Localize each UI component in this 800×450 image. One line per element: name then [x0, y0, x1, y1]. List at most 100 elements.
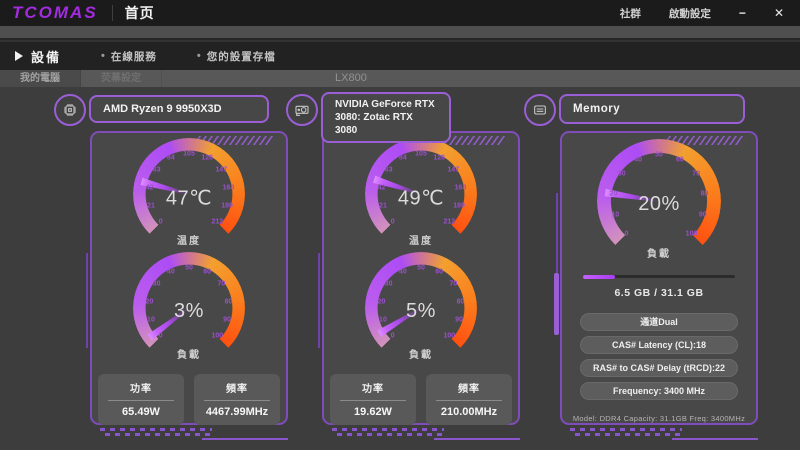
community-button[interactable]: 社群: [620, 6, 641, 21]
gpu-power-label: 功率: [330, 380, 416, 395]
memory-cas-latency-pill: CAS# Latency (CL):18: [580, 336, 738, 354]
step-line-decoration: [202, 438, 288, 440]
gauge-tick-label: 60: [676, 157, 684, 164]
nav-bar: 設備 在線服務 您的設置存檔: [0, 42, 800, 70]
gauge-tick-label: 0: [391, 333, 395, 340]
dash-decoration: [100, 428, 212, 436]
gpu-power-value: 19.62W: [330, 406, 416, 418]
gauge-tick-label: 80: [701, 190, 709, 197]
gpu-frequency-stat: 頻率 210.00MHz: [426, 374, 512, 425]
gauge-tick-label: 60: [203, 269, 211, 276]
tab-bar: 我的電腦 荧幕設定 LX800: [0, 70, 800, 87]
header-strip: [0, 26, 800, 40]
gauge-tick-label: 84: [399, 155, 407, 162]
panel-accent-line: [86, 253, 88, 348]
gauge-tick-label: 30: [385, 281, 393, 288]
gauge-tick-label: 50: [655, 152, 663, 159]
gauge-tick-label: 189: [453, 203, 465, 210]
gauge-tick-label: 50: [417, 265, 425, 272]
launch-settings-button[interactable]: 啟動設定: [669, 6, 711, 21]
gauge-tick-label: 20: [146, 298, 154, 305]
memory-title: Memory: [559, 94, 745, 124]
cpu-title: AMD Ryzen 9 9950X3D: [89, 95, 269, 123]
memory-panel: Memory 20% 負載 0102030405060708090100 6.5…: [524, 92, 756, 126]
gauge-tick-label: 63: [153, 167, 161, 174]
nav-item-online-service[interactable]: 在線服務: [101, 49, 157, 64]
gauge-tick-label: 90: [223, 317, 231, 324]
cpu-load-gauge: 3% 負載 0102030405060708090100: [133, 252, 245, 364]
tab-my-computer[interactable]: 我的電腦: [0, 70, 81, 87]
gauge-tick-label: 0: [159, 219, 163, 226]
minimize-button[interactable]: −: [739, 7, 746, 19]
gauge-tick-label: 126: [201, 155, 213, 162]
gpu-temp-label: 温度: [365, 232, 477, 247]
stat-divider: [340, 400, 406, 401]
gauge-tick-label: 126: [433, 155, 445, 162]
memory-channel-pill: 通道Dual: [580, 313, 738, 331]
gauge-tick-label: 189: [221, 203, 233, 210]
cpu-panel-body: 47℃ 温度 021426384105126147168189212 3% 負載…: [90, 131, 288, 425]
gauge-tick-label: 10: [379, 317, 387, 324]
memory-panel-header: Memory: [524, 92, 756, 126]
page-title: 首页: [125, 3, 155, 23]
gauge-tick-label: 90: [699, 212, 707, 219]
gauge-tick-label: 168: [223, 184, 235, 191]
gauge-tick-label: 10: [147, 317, 155, 324]
panel-accent-line: [318, 253, 320, 348]
gauge-tick-label: 70: [692, 170, 700, 177]
gpu-panel-body: 49℃ 温度 021426384105126147168189212 5% 負載…: [322, 131, 520, 425]
cpu-temp-label: 温度: [133, 232, 245, 247]
cpu-frequency-stat: 頻率 4467.99MHz: [194, 374, 280, 425]
memory-usage-text: 6.5 GB / 31.1 GB: [614, 287, 703, 299]
gauge-tick-label: 42: [146, 184, 154, 191]
gauge-tick-label: 100: [686, 230, 698, 237]
tab-screen-settings[interactable]: 荧幕設定: [81, 70, 162, 87]
dash-decoration: [570, 428, 682, 436]
titlebar: TCOMAS 首页 社群 啟動設定 − ✕: [0, 0, 800, 26]
app-logo: TCOMAS: [12, 3, 98, 23]
gauge-tick-label: 70: [449, 281, 457, 288]
memory-module-icon: [524, 94, 556, 126]
gauge-tick-label: 30: [153, 281, 161, 288]
gauge-tick-label: 90: [455, 317, 463, 324]
cpu-power-value: 65.49W: [98, 406, 184, 418]
stat-divider: [204, 400, 270, 401]
nav-item-settings-archive[interactable]: 您的設置存檔: [197, 49, 276, 64]
gauge-tick-label: 105: [415, 151, 427, 158]
step-line-decoration: [672, 438, 758, 440]
nav-item-device[interactable]: 設備: [31, 47, 61, 66]
gauge-tick-label: 21: [379, 203, 387, 210]
memory-model-info: Model: DDR4 Capacity: 31.1GB Freq: 3400M…: [573, 414, 745, 423]
gpu-card-icon: [286, 94, 318, 126]
gauge-tick-label: 42: [378, 184, 386, 191]
gpu-frequency-label: 頻率: [426, 380, 512, 395]
gpu-load-label: 負載: [365, 346, 477, 361]
gauge-tick-label: 50: [185, 265, 193, 272]
cpu-stats-row: 功率 65.49W 頻率 4467.99MHz: [98, 374, 280, 425]
gauge-tick-label: 20: [610, 190, 618, 197]
cpu-panel-header: AMD Ryzen 9 9950X3D: [54, 92, 286, 126]
tab-device-model[interactable]: LX800: [335, 70, 367, 87]
titlebar-separator: [112, 5, 113, 21]
stat-divider: [108, 400, 174, 401]
gauge-tick-label: 100: [443, 333, 455, 340]
cpu-power-stat: 功率 65.49W: [98, 374, 184, 425]
gpu-stats-row: 功率 19.62W 頻率 210.00MHz: [330, 374, 512, 425]
stat-divider: [436, 400, 502, 401]
close-button[interactable]: ✕: [774, 7, 784, 19]
gauge-tick-label: 84: [167, 155, 175, 162]
gauge-tick-label: 147: [216, 167, 228, 174]
memory-frequency-pill: Frequency: 3400 MHz: [580, 382, 738, 400]
memory-load-label: 負載: [597, 245, 721, 260]
gauge-tick-label: 63: [385, 167, 393, 174]
gauge-tick-label: 100: [211, 333, 223, 340]
gauge-tick-label: 40: [167, 269, 175, 276]
memory-details: 通道Dual CAS# Latency (CL):18 RAS# to CAS#…: [580, 313, 738, 400]
gauge-tick-label: 105: [183, 151, 195, 158]
memory-usage-bar-fill: [583, 275, 615, 279]
gpu-temp-gauge: 49℃ 温度 021426384105126147168189212: [365, 138, 477, 250]
cpu-frequency-value: 4467.99MHz: [194, 406, 280, 418]
step-line-decoration: [434, 438, 520, 440]
memory-load-gauge: 20% 負載 0102030405060708090100: [597, 139, 721, 263]
gauge-tick-label: 0: [625, 230, 629, 237]
